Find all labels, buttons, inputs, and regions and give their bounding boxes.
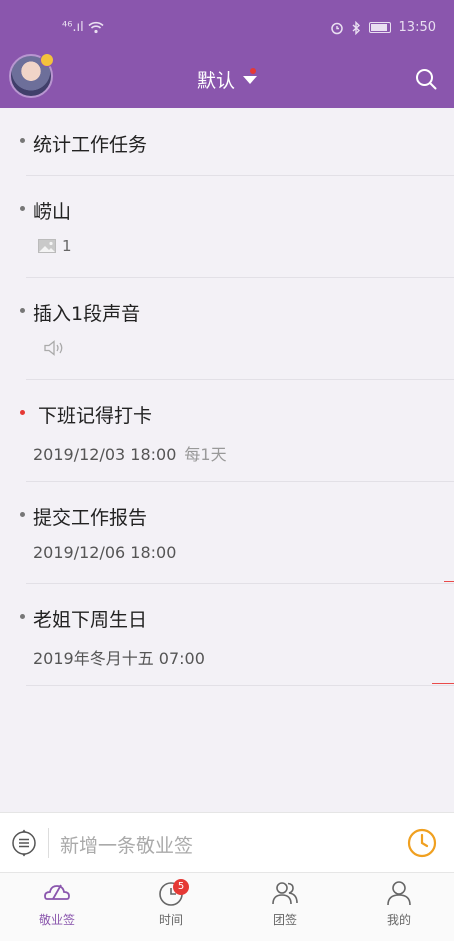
item-bullet — [20, 410, 25, 415]
alarm-icon — [330, 22, 343, 34]
item-bullet — [20, 512, 25, 517]
divider — [48, 828, 49, 858]
divider — [26, 685, 454, 686]
memo-cloud-icon — [44, 884, 70, 900]
reminder-clock-icon[interactable] — [406, 827, 438, 859]
item-bullet — [20, 138, 25, 143]
user-icon — [387, 881, 411, 906]
tab-memos[interactable]: 敬业签 — [27, 879, 87, 928]
notification-dot — [250, 68, 256, 74]
wifi-icon — [88, 21, 104, 34]
quick-add-bar: 新增一条敬业签 — [0, 812, 454, 872]
search-icon[interactable] — [415, 68, 437, 90]
memo-list: 统计工作任务 崂山 1 插入1段声音 下班记得打卡 2019/12/03 18:… — [0, 108, 454, 808]
status-right: 13:50 — [330, 20, 436, 35]
list-item[interactable]: 下班记得打卡 2019/12/03 18:00 每1天 — [0, 380, 454, 482]
item-title: 老姐下周生日 — [33, 609, 148, 631]
item-title: 统计工作任务 — [33, 134, 148, 156]
app-header: 默认 — [0, 53, 454, 108]
item-datetime: 2019/12/06 18:00 — [33, 543, 177, 562]
bottom-tab-bar: 敬业签 5 时间 团签 我的 — [0, 872, 454, 941]
bluetooth-icon — [352, 20, 360, 35]
item-bullet — [20, 614, 25, 619]
attachment-count: 1 — [62, 237, 72, 255]
sort-icon[interactable] — [10, 829, 38, 857]
chevron-down-icon — [243, 76, 257, 84]
tab-team[interactable]: 团签 — [255, 879, 315, 928]
list-item[interactable]: 崂山 1 — [0, 176, 454, 278]
tab-time[interactable]: 5 时间 — [141, 879, 201, 928]
item-bullet — [20, 308, 25, 313]
list-item[interactable]: 统计工作任务 — [0, 108, 454, 176]
image-attachment[interactable]: 1 — [38, 237, 72, 255]
tab-label: 时间 — [158, 913, 183, 927]
tab-profile[interactable]: 我的 — [369, 879, 429, 928]
item-datetime: 2019/12/03 18:00 — [33, 445, 177, 464]
category-dropdown[interactable]: 默认 — [0, 66, 454, 93]
item-repeat: 每1天 — [184, 445, 227, 464]
list-item[interactable]: 提交工作报告 2019/12/06 18:00 — [0, 482, 454, 584]
item-title: 崂山 — [33, 201, 72, 223]
item-bullet — [20, 206, 25, 211]
time-badge: 5 — [173, 879, 189, 895]
item-title: 插入1段声音 — [33, 303, 141, 325]
item-title: 提交工作报告 — [33, 507, 148, 529]
tab-label: 敬业签 — [38, 913, 75, 927]
list-item[interactable]: 老姐下周生日 2019年冬月十五 07:00 — [0, 584, 454, 686]
item-title: 下班记得打卡 — [38, 405, 153, 427]
sync-marker — [444, 581, 454, 582]
tab-label: 我的 — [386, 913, 411, 927]
tab-label: 团签 — [272, 913, 297, 927]
page-title: 默认 — [196, 70, 235, 92]
status-bar: ⁴⁶.ıl 13:50 — [0, 0, 454, 58]
image-icon — [38, 239, 56, 253]
item-datetime: 2019年冬月十五 07:00 — [33, 649, 205, 668]
signal-icon: ⁴⁶.ıl — [62, 20, 84, 35]
new-memo-input[interactable]: 新增一条敬业签 — [60, 831, 193, 858]
sync-marker — [432, 683, 454, 684]
list-item[interactable]: 插入1段声音 — [0, 278, 454, 380]
vip-badge-icon — [40, 53, 54, 67]
audio-icon[interactable] — [44, 340, 66, 356]
signal-group: ⁴⁶.ıl — [62, 20, 104, 35]
battery-icon — [368, 22, 391, 33]
item-reminder: 2019/12/03 18:00 每1天 — [33, 441, 227, 465]
clock-time: 13:50 — [398, 20, 436, 35]
team-icon — [272, 882, 298, 905]
